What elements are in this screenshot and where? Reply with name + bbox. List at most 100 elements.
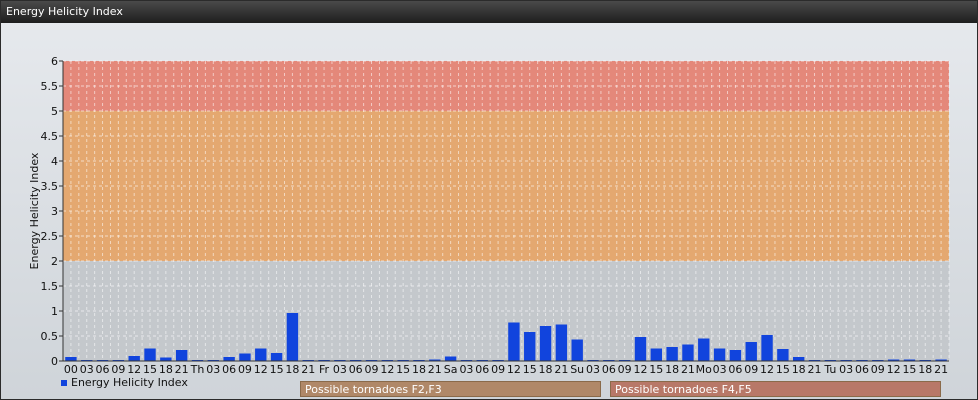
bar xyxy=(555,324,568,361)
bar xyxy=(682,344,694,361)
bar xyxy=(777,349,789,361)
x-tick-label: 06 xyxy=(222,363,236,376)
bar xyxy=(524,332,536,361)
x-tick-label: 21 xyxy=(428,363,442,376)
y-tick-label: 3.5 xyxy=(41,180,59,193)
x-tick-label: 12 xyxy=(887,363,901,376)
x-axis: 00 03 06 09 12 15 18 21 Th 03 06 09 12 15 18 21 Fr 03 06 09… xyxy=(63,360,949,376)
window-title: Energy Helicity Index xyxy=(1,1,977,23)
x-tick-label: 03 xyxy=(333,363,347,376)
bar xyxy=(761,335,773,361)
x-tick-label: 15 xyxy=(523,363,537,376)
x-tick-label: 15 xyxy=(649,363,663,376)
bar xyxy=(729,350,742,361)
x-tick-label: 09 xyxy=(744,363,758,376)
x-tick-label: 03 xyxy=(713,363,727,376)
bar xyxy=(539,326,552,361)
bar xyxy=(698,338,710,361)
x-tick-label: Th xyxy=(190,363,205,376)
x-tick-label: 21 xyxy=(934,363,948,376)
bar xyxy=(666,347,678,361)
x-tick-label: 09 xyxy=(365,363,379,376)
x-tick-label: 12 xyxy=(760,363,774,376)
y-tick-label: 0.5 xyxy=(41,330,59,343)
bar xyxy=(128,356,140,361)
x-tick-label: 03 xyxy=(80,363,94,376)
x-tick-label: 12 xyxy=(127,363,141,376)
x-tick-label: 06 xyxy=(349,363,363,376)
x-tick-label: 03 xyxy=(459,363,473,376)
x-tick-label: 21 xyxy=(301,363,315,376)
x-tick-label: 18 xyxy=(159,363,173,376)
x-tick-label: 03 xyxy=(586,363,600,376)
x-tick-label: 15 xyxy=(270,363,284,376)
bar xyxy=(508,322,520,361)
x-tick-label: 18 xyxy=(285,363,299,376)
bar xyxy=(223,357,235,361)
x-tick-label: 06 xyxy=(475,363,489,376)
bar xyxy=(745,342,757,361)
x-tick-label: 12 xyxy=(633,363,647,376)
x-tick-label: 06 xyxy=(855,363,869,376)
x-tick-label: 12 xyxy=(380,363,394,376)
bar xyxy=(286,313,299,361)
x-tick-label: 09 xyxy=(111,363,125,376)
bar xyxy=(160,357,172,361)
y-axis: 0 0.5 1 1.5 2 2.5 3 3.5 4 4.5 5 5.5 6 xyxy=(41,55,64,368)
bar xyxy=(444,356,457,361)
bar xyxy=(793,357,805,361)
x-tick-label: 18 xyxy=(792,363,806,376)
bar xyxy=(713,348,726,361)
bar xyxy=(65,357,77,361)
x-tick-label: 09 xyxy=(491,363,505,376)
x-tick-label: 03 xyxy=(839,363,853,376)
legend-swatch xyxy=(61,379,67,386)
x-tick-label: 21 xyxy=(808,363,822,376)
bar xyxy=(270,353,283,361)
x-tick-label: 18 xyxy=(665,363,679,376)
y-tick-label: 3 xyxy=(51,205,58,218)
x-tick-label: 06 xyxy=(728,363,742,376)
bar xyxy=(571,339,583,361)
y-tick-label: 0 xyxy=(51,355,58,368)
y-tick-label: 5 xyxy=(51,105,58,118)
x-tick-label: 21 xyxy=(175,363,189,376)
bar xyxy=(144,348,156,361)
x-tick-label: 21 xyxy=(681,363,695,376)
x-tick-label: Fr xyxy=(319,363,330,376)
chart: 00.511.522.533.544.555.56 00 03 06 09 12 15 18… xyxy=(28,55,950,376)
x-tick-label: 09 xyxy=(238,363,252,376)
x-tick-label: 15 xyxy=(143,363,157,376)
bar xyxy=(634,337,647,361)
y-tick-label: 5.5 xyxy=(41,80,59,93)
chart-window: Energy Helicity Index 0 0.5 1 1.5 2 2.5 3 3.5 4 4… xyxy=(0,0,978,400)
x-tick-label: 21 xyxy=(554,363,568,376)
x-tick-label: Su xyxy=(570,363,584,376)
bar xyxy=(650,348,662,361)
x-tick-label: 15 xyxy=(396,363,410,376)
legend-label: Energy Helicity Index xyxy=(71,376,188,389)
bar xyxy=(239,353,251,361)
x-tick-label: 12 xyxy=(254,363,268,376)
x-tick-label: 06 xyxy=(96,363,110,376)
y-tick-label: 1 xyxy=(51,305,58,318)
y-tick-label: 2 xyxy=(51,255,58,268)
x-tick-label: Mo xyxy=(696,363,712,376)
y-tick-label: 1.5 xyxy=(41,280,59,293)
x-tick-label: 12 xyxy=(507,363,521,376)
x-tick-label: 00 xyxy=(64,363,78,376)
x-tick-label: 18 xyxy=(539,363,553,376)
x-tick-label: 09 xyxy=(618,363,632,376)
zone-f2-f3-label: Possible tornadoes F2,F3 xyxy=(305,383,442,396)
x-tick-label: 09 xyxy=(871,363,885,376)
y-tick-label: 4.5 xyxy=(41,130,59,143)
y-tick-label: 6 xyxy=(51,55,58,68)
legend[interactable]: Energy Helicity Index xyxy=(61,376,188,389)
bar xyxy=(255,348,267,361)
y-axis-label: Energy Helicity Index xyxy=(28,152,41,269)
zone-f4-f5-label: Possible tornadoes F4,F5 xyxy=(615,383,752,396)
y-tick-label: 2.5 xyxy=(41,230,59,243)
x-tick-label: 15 xyxy=(902,363,916,376)
bar xyxy=(175,350,188,361)
x-tick-label: 18 xyxy=(412,363,426,376)
